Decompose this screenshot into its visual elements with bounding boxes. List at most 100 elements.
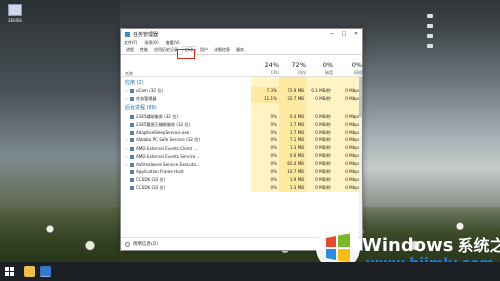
tab-app-history[interactable]: 应用历史记录 (152, 47, 180, 54)
shortcut-label: 360ISS (8, 18, 22, 23)
cell-network: 0 Mbps (333, 94, 362, 103)
group-header-background: 后台进程 (88) (121, 102, 362, 113)
process-icon (130, 114, 134, 119)
cell-network: 0 Mbps (333, 152, 362, 161)
cell-memory: 1.3 MB (279, 144, 306, 153)
cell-network: 0 Mbps (333, 168, 362, 176)
tab-bar: 进程 性能 应用历史记录 启动 用户 详细信息 服务 (121, 46, 362, 55)
header-disk-label: 磁盘 (325, 70, 333, 75)
chevron-right-icon[interactable]: › (126, 154, 129, 159)
tab-services[interactable]: 服务 (234, 47, 246, 54)
cell-cpu: 0% (251, 144, 279, 153)
menu-view[interactable]: 查看(V) (166, 40, 180, 46)
side-icon[interactable] (427, 24, 433, 28)
desktop-shortcut[interactable]: 360ISS (6, 4, 24, 26)
header-memory-pct: 72% (291, 61, 306, 69)
table-row[interactable]: 2345看图王辅助服务 (32 位) 0% 1.7 MB 0 MB/秒 0 Mb… (121, 120, 362, 129)
vertical-scrollbar[interactable] (359, 77, 362, 239)
cell-cpu: 0% (251, 160, 279, 169)
cell-network: 0 Mbps (333, 183, 362, 192)
process-name: AMD External Events Client ... (136, 145, 198, 151)
cell-network: 0 Mbps (333, 144, 362, 153)
cell-cpu: 0% (251, 168, 279, 176)
maximize-icon[interactable]: □ (338, 31, 350, 37)
cell-network: 0 Mbps (333, 87, 362, 95)
header-cpu-label: CPU (270, 70, 279, 75)
cell-disk: 0 MB/秒 (306, 144, 333, 153)
process-name: oCam (32 位) (136, 87, 163, 93)
process-name: CCSDK (32 位) (136, 184, 166, 190)
cell-cpu: 0% (251, 136, 279, 145)
minimize-icon[interactable]: — (326, 31, 338, 37)
tab-users[interactable]: 用户 (198, 47, 210, 54)
cell-memory: 32.7 MB (279, 94, 306, 103)
column-header: 名称 24% CPU 72% 内存 0% 磁盘 0% 网络 (121, 58, 362, 77)
process-icon (130, 162, 134, 167)
cell-disk: 0.1 MB/秒 (306, 87, 333, 95)
table-row[interactable]: › 任务管理器 11.1% 32.7 MB 0 MB/秒 0 Mbps (121, 94, 362, 103)
cell-cpu: 0% (251, 183, 279, 192)
tab-processes[interactable]: 进程 (124, 47, 136, 54)
cell-disk: 0 MB/秒 (306, 168, 333, 176)
cell-network: 0 Mbps (333, 120, 362, 129)
process-name: CCSDK (32 位) (136, 176, 166, 182)
title-bar[interactable]: 任务管理器 — □ ✕ (121, 29, 362, 39)
menu-bar: 文件(F) 选项(O) 查看(V) (121, 39, 362, 47)
process-name: Alibaba PC Safe Service (32 位) (136, 137, 200, 143)
table-row[interactable]: › AMD External Events Client ... 0% 1.3 M… (121, 144, 362, 153)
side-icon[interactable] (427, 34, 433, 38)
process-icon (130, 138, 134, 143)
side-icon[interactable] (427, 44, 433, 48)
header-network[interactable]: 0% 网络 (333, 58, 362, 76)
header-cpu[interactable]: 24% CPU (251, 58, 279, 75)
table-row[interactable]: 2345辅助服务 (32 位) 0% 0.4 MB 0 MB/秒 0 Mbps (121, 112, 362, 121)
chevron-up-icon (125, 241, 130, 247)
cell-memory: 1.9 MB (279, 175, 306, 184)
cell-memory: 1.3 MB (279, 183, 306, 192)
task-manager-taskbar-icon[interactable] (40, 266, 51, 277)
table-row[interactable]: › Alibaba PC Safe Service (32 位) 0% 7.1 M… (121, 136, 362, 145)
header-disk-pct: 0% (322, 61, 333, 69)
chevron-right-icon[interactable]: › (126, 96, 129, 101)
chevron-right-icon[interactable]: › (126, 137, 129, 142)
cell-disk: 0 MB/秒 (306, 94, 333, 103)
cell-memory: 7.1 MB (279, 136, 306, 145)
shortcut-icon (8, 4, 22, 16)
header-memory-label: 内存 (298, 70, 306, 75)
header-disk[interactable]: 0% 磁盘 (306, 58, 333, 76)
scrollbar-thumb[interactable] (359, 77, 362, 117)
chevron-right-icon[interactable]: › (126, 162, 129, 167)
cell-memory: 0.4 MB (279, 112, 306, 121)
cell-disk: 0 MB/秒 (306, 128, 333, 137)
table-row[interactable]: AdaptiveSleepService.exe 0% 1.7 MB 0 MB/… (121, 128, 362, 137)
chevron-right-icon[interactable]: › (126, 146, 129, 151)
cell-memory: 10.7 MB (279, 168, 306, 176)
header-memory[interactable]: 72% 内存 (279, 58, 306, 76)
table-row[interactable]: › oCam (32 位) 7.3% 72.9 MB 0.1 MB/秒 0 Mbp… (121, 87, 362, 95)
cell-memory: 72.9 MB (279, 87, 306, 95)
table-row[interactable]: › AMD External Events Service ... 0% 0.6 … (121, 152, 362, 161)
process-name: 2345看图王辅助服务 (32 位) (136, 121, 191, 127)
process-icon (130, 177, 134, 182)
tab-details[interactable]: 详细信息 (212, 47, 232, 54)
group-header-apps: 应用 (2) (121, 77, 362, 87)
file-explorer-icon[interactable] (24, 266, 35, 277)
menu-file[interactable]: 文件(F) (124, 40, 137, 46)
table-row[interactable]: CCSDK (32 位) 0% 1.3 MB 0 MB/秒 0 Mbps (121, 183, 362, 192)
process-icon (130, 122, 134, 127)
cell-cpu: 11.1% (251, 94, 279, 103)
cell-network: 0 Mbps (333, 112, 362, 121)
side-icon[interactable] (427, 14, 433, 18)
table-row[interactable]: Application Frame Host 0% 10.7 MB 0 MB/秒… (121, 168, 362, 176)
task-manager-window: 任务管理器 — □ ✕ 文件(F) 选项(O) 查看(V) 进程 性能 应用历史… (120, 28, 363, 251)
table-row[interactable]: CCSDK (32 位) 0% 1.9 MB 0 MB/秒 0 Mbps (121, 175, 362, 184)
menu-options[interactable]: 选项(O) (144, 40, 158, 46)
table-row[interactable]: › Antimalware Service Executa... 0% 82.4 … (121, 160, 362, 169)
close-icon[interactable]: ✕ (350, 31, 362, 37)
chevron-right-icon[interactable]: › (126, 88, 129, 93)
cell-memory: 82.4 MB (279, 160, 306, 169)
start-button[interactable] (5, 267, 14, 276)
tab-performance[interactable]: 性能 (138, 47, 150, 54)
cell-disk: 0 MB/秒 (306, 152, 333, 161)
process-name: AdaptiveSleepService.exe (136, 130, 190, 135)
